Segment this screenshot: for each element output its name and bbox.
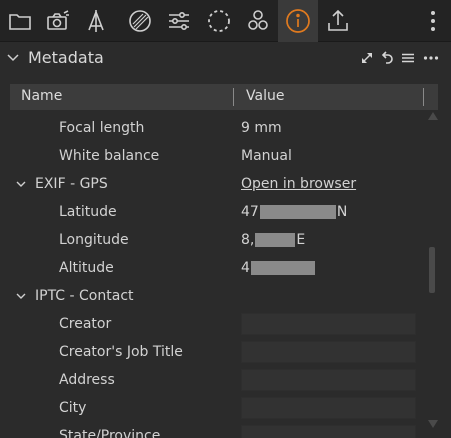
table-row[interactable]: Creator: [0, 310, 425, 338]
group-name: EXIF - GPS: [35, 176, 108, 192]
camera-tab[interactable]: [38, 0, 78, 42]
latitude-suffix: N: [336, 204, 348, 220]
table-row[interactable]: Altitude 4: [0, 254, 425, 282]
altitude-prefix: 4: [241, 260, 250, 276]
scroll-down-icon[interactable]: [428, 420, 438, 428]
chevron-down-icon[interactable]: [6, 51, 20, 65]
address-field[interactable]: [241, 369, 416, 391]
metadata-panel-header[interactable]: Metadata: [0, 42, 451, 74]
camera-icon: [47, 10, 69, 30]
column-header-name[interactable]: Name: [21, 88, 62, 104]
group-row-iptc-contact[interactable]: IPTC - Contact: [0, 282, 425, 310]
lens-icon: [88, 10, 104, 32]
table-row[interactable]: White balance Manual: [0, 142, 425, 170]
table-row[interactable]: Creator's Job Title: [0, 338, 425, 366]
column-divider[interactable]: [423, 88, 424, 106]
row-name: Creator: [59, 316, 112, 332]
longitude-suffix: E: [296, 232, 306, 248]
sliders-icon: [169, 12, 189, 30]
table-row[interactable]: Latitude 47 N: [0, 198, 425, 226]
table-row[interactable]: State/Province: [0, 422, 425, 438]
row-name: Latitude: [59, 204, 117, 220]
column-header-value[interactable]: Value: [246, 88, 284, 104]
longitude-prefix: 8,: [241, 232, 255, 248]
metadata-table-body: Focal length 9 mm White balance Manual E…: [0, 114, 425, 438]
group-row-exif-gps[interactable]: EXIF - GPS Open in browser: [0, 170, 425, 198]
table-row[interactable]: Address: [0, 366, 425, 394]
open-in-browser-link[interactable]: Open in browser: [241, 176, 356, 192]
row-name: Focal length: [59, 120, 145, 136]
redacted-block: [250, 261, 315, 275]
latitude-prefix: 47: [241, 204, 259, 220]
metadata-app: Metadata Name Value Focal length 9 mm Wh…: [0, 0, 451, 438]
table-row[interactable]: Longitude 8, E: [0, 226, 425, 254]
more-horizontal-icon[interactable]: [423, 51, 439, 65]
table-row[interactable]: Focal length 9 mm: [0, 114, 425, 142]
lens-tab[interactable]: [76, 0, 116, 42]
metadata-tab[interactable]: [278, 0, 318, 42]
color-tab[interactable]: [238, 0, 278, 42]
redacted-block: [259, 205, 336, 219]
chevron-down-icon[interactable]: [15, 290, 27, 302]
exposure-tab[interactable]: [120, 0, 160, 42]
scroll-up-icon[interactable]: [428, 112, 438, 120]
expand-icon[interactable]: [360, 51, 374, 65]
reset-icon[interactable]: [380, 51, 394, 65]
state-province-field[interactable]: [241, 425, 416, 438]
vertical-scrollbar[interactable]: [425, 110, 441, 438]
table-row[interactable]: City: [0, 394, 425, 422]
city-field[interactable]: [241, 397, 416, 419]
chevron-down-icon[interactable]: [15, 178, 27, 190]
creator-field[interactable]: [241, 313, 416, 335]
row-name: Creator's Job Title: [59, 344, 183, 360]
creator-job-title-field[interactable]: [241, 341, 416, 363]
table-header: Name Value: [10, 84, 438, 110]
row-name: Longitude: [59, 232, 129, 248]
row-name: City: [59, 400, 87, 416]
tool-tabs-bar: [0, 0, 451, 42]
local-adjustments-tab[interactable]: [199, 0, 239, 42]
group-name: IPTC - Contact: [35, 288, 134, 304]
menu-icon[interactable]: [401, 51, 415, 65]
row-value: 47 N: [241, 204, 347, 220]
export-icon: [328, 9, 348, 31]
export-tab[interactable]: [318, 0, 358, 42]
toolbar-more-button[interactable]: [421, 0, 445, 42]
row-value: Manual: [241, 148, 292, 164]
panel-title: Metadata: [28, 48, 104, 67]
redacted-block: [255, 233, 296, 247]
row-name: Altitude: [59, 260, 114, 276]
row-value: 8, E: [241, 232, 305, 248]
circles-icon: [248, 10, 268, 30]
info-icon: [286, 9, 310, 33]
row-value: 4: [241, 260, 316, 276]
exposure-icon: [129, 10, 151, 32]
more-vertical-icon: [431, 11, 435, 31]
adjustments-tab[interactable]: [159, 0, 199, 42]
row-value: 9 mm: [241, 120, 282, 136]
row-name: White balance: [59, 148, 160, 164]
scrollbar-thumb[interactable]: [429, 247, 435, 293]
row-name: Address: [59, 372, 115, 388]
folder-tab[interactable]: [0, 0, 40, 42]
column-divider[interactable]: [233, 88, 234, 106]
row-name: State/Province: [59, 428, 161, 438]
dashed-circle-icon: [208, 10, 230, 32]
folder-icon: [9, 14, 31, 30]
